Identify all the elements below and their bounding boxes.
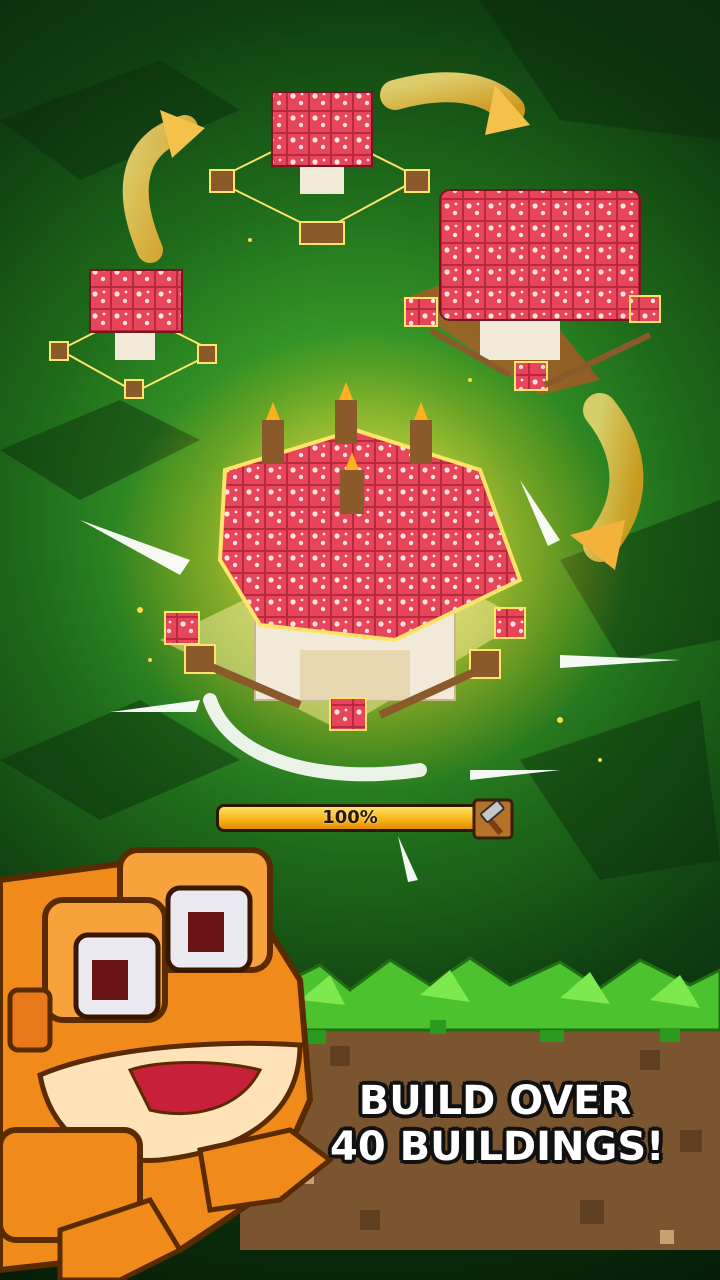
promo-caption: BUILD OVER 40 BUILDINGS!	[330, 1078, 665, 1170]
game-screen: 100% BUILD OVER 40 BUILDINGS!	[0, 0, 720, 1280]
build-progress-bar: 100%	[216, 798, 514, 840]
hammer-icon	[472, 798, 514, 840]
progress-label: 100%	[322, 807, 378, 828]
caption-line-2: 40 BUILDINGS!	[330, 1124, 665, 1170]
caption-line-1: BUILD OVER	[358, 1078, 632, 1124]
